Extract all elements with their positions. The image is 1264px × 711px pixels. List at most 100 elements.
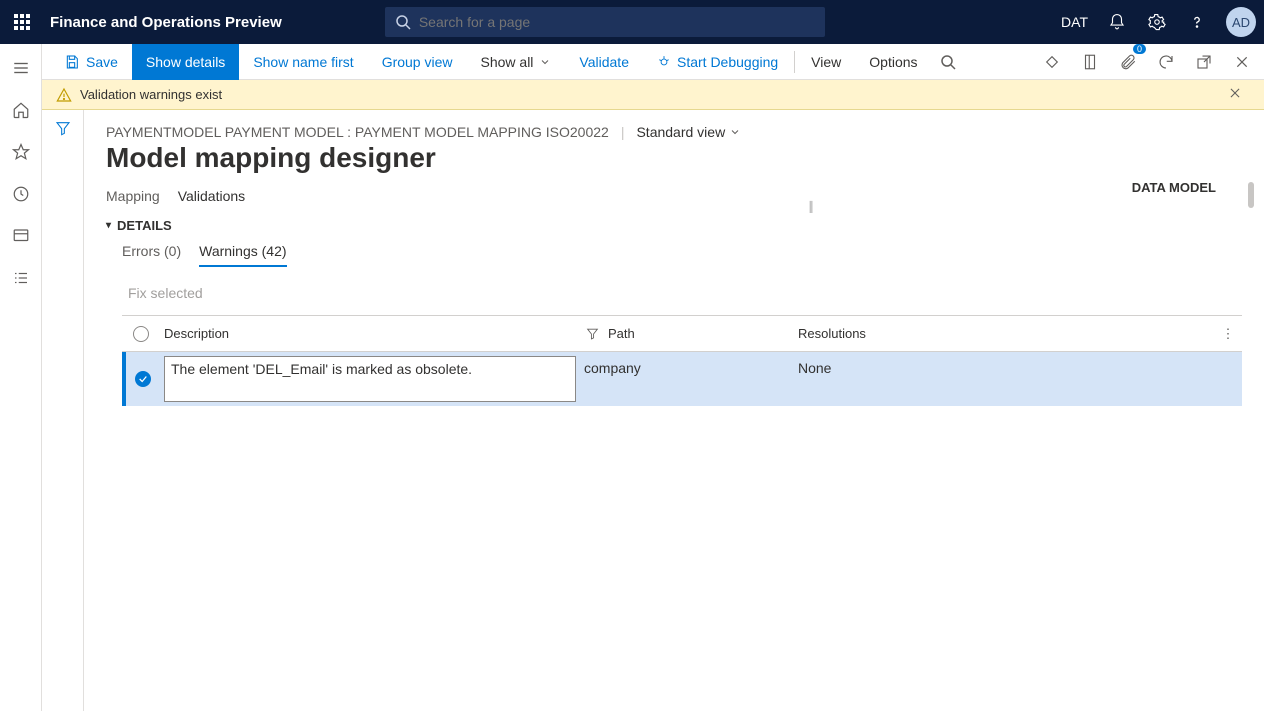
nav-home-button[interactable] — [9, 98, 33, 122]
breadcrumb: PAYMENTMODEL PAYMENT MODEL : PAYMENT MOD… — [106, 124, 609, 140]
row-description-cell[interactable]: The element 'DEL_Email' is marked as obs… — [164, 356, 576, 402]
top-right-tools: DAT AD — [1061, 7, 1256, 37]
banner-close-button[interactable] — [1228, 86, 1250, 103]
show-all-label: Show all — [481, 54, 534, 70]
chevron-down-icon — [729, 126, 741, 138]
options-menu[interactable]: Options — [855, 44, 931, 80]
caret-down-icon: ▾ — [106, 220, 111, 231]
details-toggle[interactable]: ▾ DETAILS — [106, 218, 1242, 233]
check-icon — [138, 374, 148, 384]
row-resolutions-cell[interactable]: None — [794, 352, 1242, 406]
row-path-cell[interactable]: company — [580, 352, 794, 406]
help-icon — [1188, 13, 1206, 31]
company-code[interactable]: DAT — [1061, 14, 1088, 30]
chevron-down-icon — [539, 56, 551, 68]
row-checkbox[interactable] — [135, 371, 151, 387]
attachments-button[interactable]: 0 — [1114, 48, 1142, 76]
nav-modules-button[interactable] — [9, 266, 33, 290]
diamond-icon — [1043, 53, 1061, 71]
nav-favorites-button[interactable] — [9, 140, 33, 164]
top-bar: Finance and Operations Preview DAT AD — [0, 0, 1264, 44]
view-menu[interactable]: View — [797, 44, 855, 80]
start-debugging-button[interactable]: Start Debugging — [643, 44, 792, 80]
nav-workspaces-button[interactable] — [9, 224, 33, 248]
clock-icon — [12, 185, 30, 203]
show-all-button[interactable]: Show all — [467, 44, 566, 80]
table-row[interactable]: The element 'DEL_Email' is marked as obs… — [122, 352, 1242, 406]
filter-pane-button[interactable] — [55, 120, 71, 711]
warning-text: Validation warnings exist — [80, 87, 222, 102]
close-page-button[interactable] — [1228, 48, 1256, 76]
office-addin-button[interactable] — [1076, 48, 1104, 76]
view-label: View — [811, 54, 841, 70]
options-label: Options — [869, 54, 917, 70]
tab-validations[interactable]: Validations — [178, 188, 245, 210]
page-title: Model mapping designer — [106, 142, 1242, 174]
close-icon — [1228, 86, 1242, 100]
nav-expand-button[interactable] — [9, 56, 33, 80]
view-name: Standard view — [636, 124, 725, 140]
workspace-icon — [12, 227, 30, 245]
start-debugging-label: Start Debugging — [677, 54, 778, 70]
select-all-checkbox[interactable] — [133, 326, 149, 342]
header-resolutions[interactable]: Resolutions — [798, 326, 866, 341]
validate-button[interactable]: Validate — [565, 44, 643, 80]
show-details-label: Show details — [146, 54, 225, 70]
bell-icon — [1108, 13, 1126, 31]
warnings-grid: Description Path Resolutions ⋮ — [122, 315, 1242, 406]
splitter-handle[interactable]: ║ — [808, 202, 814, 212]
office-icon — [1081, 53, 1099, 71]
attachment-count-badge: 0 — [1133, 44, 1146, 54]
group-view-label: Group view — [382, 54, 453, 70]
filter-rail — [42, 110, 84, 711]
save-label: Save — [86, 54, 118, 70]
filter-icon — [586, 327, 599, 340]
show-details-button[interactable]: Show details — [132, 44, 239, 80]
details-label: DETAILS — [117, 218, 172, 233]
notifications-button[interactable] — [1106, 11, 1128, 33]
help-button[interactable] — [1186, 11, 1208, 33]
action-bar: Save Show details Show name first Group … — [42, 44, 1264, 80]
sub-tab-errors[interactable]: Errors (0) — [122, 243, 181, 267]
waffle-icon — [14, 14, 30, 30]
attachment-icon — [1119, 53, 1137, 71]
nav-recent-button[interactable] — [9, 182, 33, 206]
sub-tab-warnings[interactable]: Warnings (42) — [199, 243, 286, 267]
grid-menu-button[interactable]: ⋮ — [1214, 326, 1242, 342]
validate-label: Validate — [579, 54, 629, 70]
user-avatar[interactable]: AD — [1226, 7, 1256, 37]
view-selector[interactable]: Standard view — [636, 124, 741, 140]
show-name-first-button[interactable]: Show name first — [239, 44, 367, 80]
filter-icon — [55, 120, 71, 136]
page-tabs: Mapping Validations — [106, 188, 1242, 210]
search-input[interactable] — [419, 14, 815, 30]
er-button[interactable] — [1038, 48, 1066, 76]
search-icon — [395, 14, 411, 30]
find-button[interactable] — [932, 44, 964, 80]
column-filter-button[interactable] — [580, 327, 604, 340]
breadcrumb-row: PAYMENTMODEL PAYMENT MODEL : PAYMENT MOD… — [106, 124, 1242, 140]
save-icon — [64, 54, 80, 70]
breadcrumb-separator: | — [621, 124, 625, 140]
divider — [794, 51, 795, 73]
header-description[interactable]: Description — [164, 326, 229, 341]
fix-selected-button[interactable]: Fix selected — [128, 285, 1242, 301]
scrollbar-thumb[interactable] — [1248, 182, 1254, 208]
group-view-button[interactable]: Group view — [368, 44, 467, 80]
save-button[interactable]: Save — [50, 44, 132, 80]
tab-mapping[interactable]: Mapping — [106, 188, 160, 210]
popout-button[interactable] — [1190, 48, 1218, 76]
header-path[interactable]: Path — [608, 326, 635, 341]
search-box[interactable] — [385, 7, 825, 37]
gear-icon — [1148, 13, 1166, 31]
refresh-icon — [1157, 53, 1175, 71]
app-launcher-button[interactable] — [8, 8, 36, 36]
refresh-button[interactable] — [1152, 48, 1180, 76]
home-icon — [12, 101, 30, 119]
settings-button[interactable] — [1146, 11, 1168, 33]
validation-warning-banner: Validation warnings exist — [42, 80, 1264, 110]
popout-icon — [1195, 53, 1213, 71]
details-sub-tabs: Errors (0) Warnings (42) — [122, 243, 1242, 267]
warning-icon — [56, 87, 72, 103]
star-icon — [12, 143, 30, 161]
